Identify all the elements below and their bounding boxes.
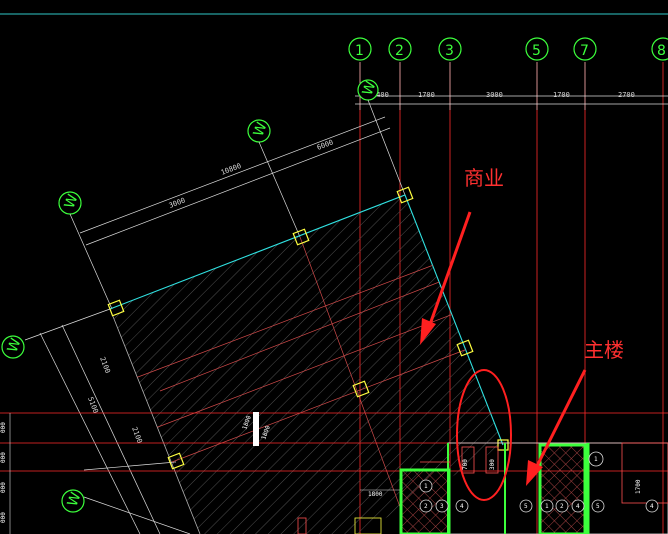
svg-text:1: 1 [424, 483, 428, 490]
svg-text:7: 7 [580, 43, 589, 59]
axis-bubble-rot-4: W [1, 335, 25, 359]
top-dimension-labels: 1400 1700 3000 1700 2700 [372, 91, 635, 99]
svg-text:000: 000 [0, 422, 7, 433]
svg-text:2: 2 [395, 43, 404, 59]
axis-bubble-8: 8 [651, 37, 668, 61]
dim-left-1: 2100 [98, 356, 112, 375]
axis-bubble-rot-3: W [58, 191, 82, 215]
svg-text:1: 1 [594, 456, 598, 463]
label-main-building: 主楼 [584, 338, 624, 362]
svg-text:1800: 1800 [368, 491, 383, 498]
svg-text:000: 000 [0, 512, 7, 523]
axis-bubble-2: 2 [388, 37, 412, 61]
svg-text:5: 5 [524, 503, 528, 510]
dim-top-4: 1700 [553, 91, 570, 99]
svg-text:2: 2 [560, 503, 564, 510]
svg-text:5: 5 [596, 503, 600, 510]
axis-bubble-rot-2: W [247, 119, 271, 143]
dim-left-2: 5100 [86, 396, 100, 415]
svg-text:000: 000 [0, 452, 7, 463]
svg-text:1700: 1700 [635, 479, 642, 494]
dim-top-2: 1700 [418, 91, 435, 99]
axis-bubble-7: 7 [573, 37, 597, 61]
svg-text:1: 1 [355, 43, 364, 59]
grid-extension-lines [359, 62, 586, 110]
svg-text:1: 1 [545, 503, 549, 510]
dim-top-5: 2700 [618, 91, 635, 99]
svg-text:700: 700 [462, 459, 469, 470]
axis-bubble-1: 1 [348, 37, 372, 61]
dim-top-3: 3000 [486, 91, 503, 99]
label-commerce: 商业 [464, 166, 504, 190]
svg-text:2: 2 [424, 503, 428, 510]
axis-bubble-5: 5 [525, 37, 549, 61]
svg-text:000: 000 [0, 482, 7, 493]
svg-text:8: 8 [657, 43, 666, 59]
axis-bubble-3: 3 [438, 37, 462, 61]
svg-text:300: 300 [489, 459, 496, 470]
svg-text:4: 4 [576, 503, 580, 510]
svg-text:4: 4 [650, 503, 654, 510]
dim-left-3: 2100 [130, 426, 144, 445]
dim-diag-2: 10800 [220, 162, 243, 177]
dim-diag-3: 6000 [316, 138, 335, 152]
svg-text:3: 3 [440, 503, 444, 510]
left-edge-labels: 000 000 000 000 [0, 422, 7, 523]
axis-bubble-rot-5: W [61, 489, 85, 513]
svg-text:3: 3 [445, 43, 454, 59]
axis-bubbles-top: 1 2 3 5 7 8 [348, 37, 668, 61]
cad-drawing-canvas[interactable]: 1400 1700 3000 1700 2700 1 2 3 5 7 8 W W… [0, 0, 668, 534]
svg-text:4: 4 [460, 503, 464, 510]
svg-text:5: 5 [532, 43, 541, 59]
